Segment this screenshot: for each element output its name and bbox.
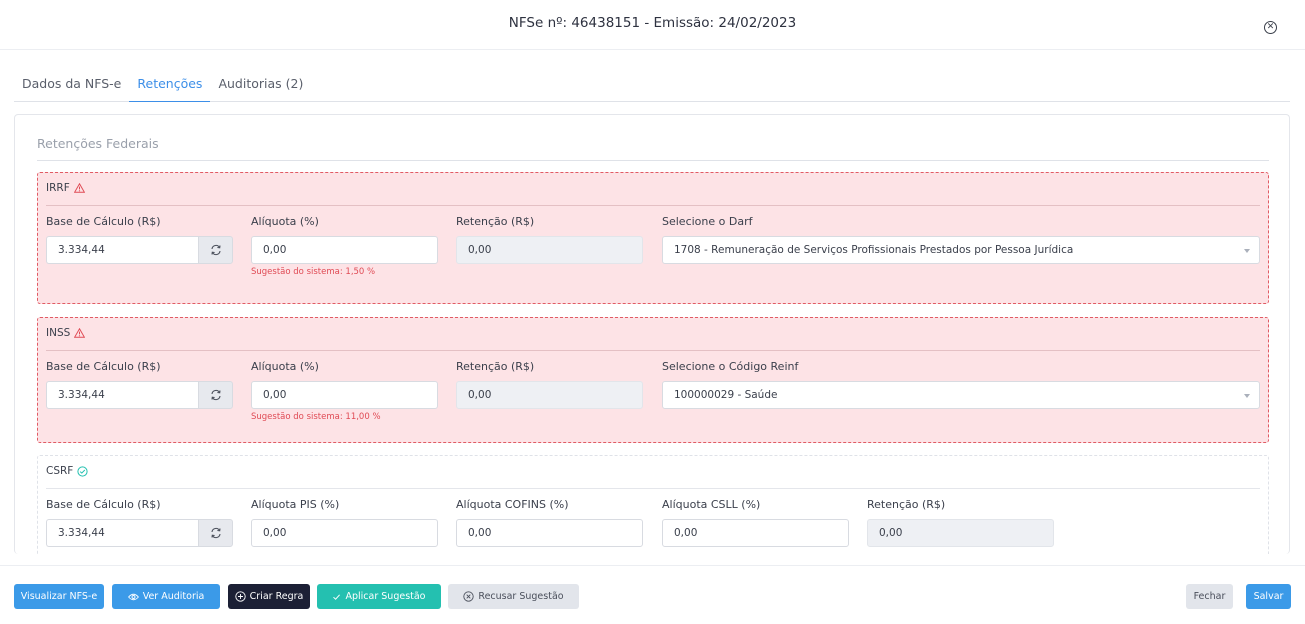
refresh-icon xyxy=(210,527,222,539)
inss-retencao-label: Retenção (R$) xyxy=(456,360,535,373)
csrf-group: CSRF Base de Cálculo (R$) 3.334,44 Alíqu… xyxy=(37,455,1269,554)
recusar-sugestao-button[interactable]: Recusar Sugestão xyxy=(448,584,579,609)
csrf-base-input[interactable]: 3.334,44 xyxy=(46,519,199,547)
csrf-cofins-label: Alíquota COFINS (%) xyxy=(456,498,569,511)
irrf-base-input[interactable]: 3.334,44 xyxy=(46,236,199,264)
inss-retencao-value: 0,00 xyxy=(456,381,643,409)
csrf-base-field: 3.334,44 xyxy=(46,519,233,547)
inss-header: INSS xyxy=(46,327,86,339)
csrf-retencao-label: Retenção (R$) xyxy=(867,498,946,511)
section-title: Retenções Federais xyxy=(37,136,159,151)
csrf-divider xyxy=(46,488,1260,489)
csrf-refresh-button[interactable] xyxy=(198,519,233,547)
csrf-cofins-input[interactable]: 0,00 xyxy=(456,519,643,547)
recusar-sugestao-label: Recusar Sugestão xyxy=(478,591,564,602)
fechar-button[interactable]: Fechar xyxy=(1186,584,1233,609)
criar-regra-button[interactable]: Criar Regra xyxy=(228,584,310,609)
salvar-label: Salvar xyxy=(1253,591,1284,602)
irrf-refresh-button[interactable] xyxy=(198,236,233,264)
chevron-down-icon xyxy=(1244,394,1250,398)
irrf-divider xyxy=(46,205,1260,206)
salvar-button[interactable]: Salvar xyxy=(1246,584,1291,609)
inss-group: INSS Base de Cálculo (R$) 3.334,44 Alíqu… xyxy=(37,317,1269,443)
tab-dados-nfse[interactable]: Dados da NFS-e xyxy=(14,66,129,102)
csrf-retencao-value: 0,00 xyxy=(867,519,1054,547)
csrf-header: CSRF xyxy=(46,465,88,477)
irrf-suggestion-hint: Sugestão do sistema: 1,50 % xyxy=(251,267,376,277)
check-icon xyxy=(332,593,341,601)
irrf-darf-label: Selecione o Darf xyxy=(662,215,753,228)
inss-title: INSS xyxy=(46,327,71,339)
inss-divider xyxy=(46,350,1260,351)
inss-refresh-button[interactable] xyxy=(198,381,233,409)
aplicar-sugestao-label: Aplicar Sugestão xyxy=(345,591,426,602)
plus-circle-icon xyxy=(234,591,246,602)
irrf-aliquota-input[interactable]: 0,00 xyxy=(251,236,438,264)
inss-suggestion-hint: Sugestão do sistema: 11,00 % xyxy=(251,412,381,422)
inss-reinf-label: Selecione o Código Reinf xyxy=(662,360,799,373)
section-divider xyxy=(37,160,1269,161)
modal-footer: Visualizar NFS-e Ver Auditoria Criar Reg… xyxy=(0,565,1305,624)
irrf-retencao-label: Retenção (R$) xyxy=(456,215,535,228)
tab-retencoes[interactable]: Retenções xyxy=(129,66,211,102)
eye-icon xyxy=(127,593,139,601)
modal-title: NFSe nº: 46438151 - Emissão: 24/02/2023 xyxy=(508,15,797,31)
inss-base-field: 3.334,44 xyxy=(46,381,233,409)
csrf-csll-input[interactable]: 0,00 xyxy=(662,519,849,547)
visualizar-nfse-label: Visualizar NFS-e xyxy=(20,591,98,602)
chevron-down-icon xyxy=(1244,249,1250,253)
csrf-pis-label: Alíquota PIS (%) xyxy=(251,498,340,511)
tab-auditorias[interactable]: Auditorias (2) xyxy=(210,66,311,102)
visualizar-nfse-button[interactable]: Visualizar NFS-e xyxy=(14,584,104,609)
irrf-title: IRRF xyxy=(46,182,70,194)
ver-auditoria-label: Ver Auditoria xyxy=(142,591,205,602)
ver-auditoria-button[interactable]: Ver Auditoria xyxy=(112,584,220,609)
irrf-base-label: Base de Cálculo (R$) xyxy=(46,215,161,228)
csrf-title: CSRF xyxy=(46,465,74,477)
inss-reinf-select[interactable]: 100000029 - Saúde xyxy=(662,381,1260,409)
refresh-icon xyxy=(210,389,222,401)
csrf-base-label: Base de Cálculo (R$) xyxy=(46,498,161,511)
irrf-darf-value: 1708 - Remuneração de Serviços Profissio… xyxy=(674,244,1074,256)
close-icon[interactable]: ✕ xyxy=(1264,21,1277,34)
refresh-icon xyxy=(210,244,222,256)
tab-bar: Dados da NFS-e Retenções Auditorias (2) xyxy=(14,66,1290,102)
csrf-csll-label: Alíquota CSLL (%) xyxy=(662,498,761,511)
x-circle-icon xyxy=(463,591,475,602)
fechar-label: Fechar xyxy=(1193,591,1226,602)
inss-aliquota-label: Alíquota (%) xyxy=(251,360,319,373)
aplicar-sugestao-button[interactable]: Aplicar Sugestão xyxy=(317,584,441,609)
csrf-pis-input[interactable]: 0,00 xyxy=(251,519,438,547)
irrf-retencao-value: 0,00 xyxy=(456,236,643,264)
check-circle-icon xyxy=(77,465,88,477)
retencoes-panel: Retenções Federais IRRF Base de Cálculo … xyxy=(14,114,1290,554)
irrf-aliquota-label: Alíquota (%) xyxy=(251,215,319,228)
inss-base-input[interactable]: 3.334,44 xyxy=(46,381,199,409)
irrf-group: IRRF Base de Cálculo (R$) 3.334,44 Alíqu… xyxy=(37,172,1269,304)
warning-icon xyxy=(73,183,85,193)
irrf-base-field: 3.334,44 xyxy=(46,236,233,264)
criar-regra-label: Criar Regra xyxy=(249,591,304,602)
modal-header: NFSe nº: 46438151 - Emissão: 24/02/2023 … xyxy=(0,0,1305,50)
inss-reinf-value: 100000029 - Saúde xyxy=(674,389,778,401)
irrf-darf-select[interactable]: 1708 - Remuneração de Serviços Profissio… xyxy=(662,236,1260,264)
inss-aliquota-input[interactable]: 0,00 xyxy=(251,381,438,409)
irrf-header: IRRF xyxy=(46,182,85,194)
warning-icon xyxy=(74,328,86,338)
inss-base-label: Base de Cálculo (R$) xyxy=(46,360,161,373)
